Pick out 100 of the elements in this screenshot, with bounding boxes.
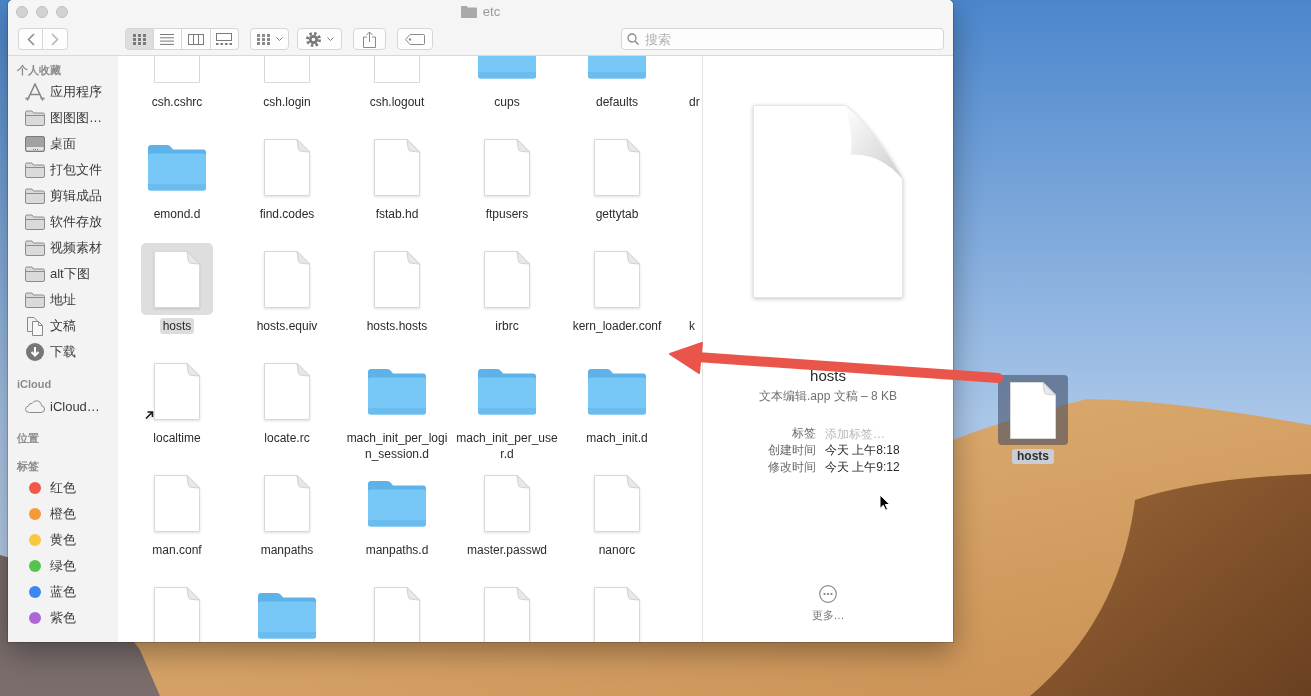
folder-icon	[25, 214, 45, 230]
sidebar-item[interactable]: 打包文件	[8, 157, 118, 183]
window-title: etc	[482, 3, 501, 20]
sidebar-item[interactable]: 应用程序	[8, 79, 118, 105]
file-name[interactable]: hosts.hosts	[363, 318, 431, 334]
list-view-button[interactable]	[153, 28, 182, 50]
file-name[interactable]: dr	[689, 94, 700, 110]
field-value: 今天 上午9:12	[825, 459, 900, 476]
share-button[interactable]	[353, 28, 386, 50]
file-name[interactable]: manpaths.d	[362, 542, 432, 558]
file-name[interactable]: localtime	[150, 430, 204, 446]
forward-button[interactable]	[43, 28, 68, 50]
file-name[interactable]: kern_loader.conf	[569, 318, 665, 334]
file-name[interactable]: hosts	[159, 318, 195, 334]
sidebar-item[interactable]: 视频素材	[8, 235, 118, 261]
gallery-view-button[interactable]	[210, 28, 239, 50]
tag-item[interactable]: 红色	[8, 475, 118, 501]
folder-icon[interactable]	[477, 56, 537, 79]
search-icon	[627, 33, 639, 45]
screen-icon	[25, 136, 45, 152]
chevron-right-icon	[51, 32, 59, 46]
sidebar-section-header: iCloud	[17, 377, 52, 392]
file-name[interactable]: mach_init_per_login_session.d	[342, 430, 452, 462]
folder-icon[interactable]	[587, 367, 647, 415]
file-name[interactable]: csh.logout	[366, 94, 428, 110]
folder-icon	[25, 240, 45, 256]
file-name[interactable]: master.passwd	[463, 542, 550, 558]
file-name[interactable]: defaults	[593, 94, 641, 110]
folder-icon[interactable]	[477, 367, 537, 415]
action-button[interactable]	[297, 28, 342, 50]
grid-icon	[132, 33, 146, 45]
sidebar-item[interactable]: iCloud…	[8, 393, 118, 419]
sidebar-section-header: 个人收藏	[17, 63, 61, 78]
folder-icon[interactable]	[587, 56, 647, 79]
folder-icon[interactable]	[147, 143, 207, 191]
folder-icon	[25, 292, 45, 308]
zoom-button[interactable]	[56, 5, 68, 18]
file-name[interactable]: mach_init.d	[583, 430, 651, 446]
sidebar-section-header: 标签	[17, 459, 39, 474]
file-name[interactable]: hosts	[1012, 449, 1054, 464]
file-name[interactable]: emond.d	[150, 206, 204, 222]
file-name[interactable]: man.conf	[149, 542, 205, 558]
folder-icon	[25, 162, 45, 178]
sidebar-item[interactable]: 桌面	[8, 131, 118, 157]
pages-icon	[27, 316, 43, 336]
sidebar-item[interactable]: 剪辑成品	[8, 183, 118, 209]
sidebar-item[interactable]: 软件存放	[8, 209, 118, 235]
download-icon	[26, 343, 44, 361]
more-icon	[819, 585, 837, 603]
tag-button[interactable]	[397, 28, 433, 50]
tag-item[interactable]: 蓝色	[8, 579, 118, 605]
share-icon	[363, 30, 376, 48]
field-label: 创建时间	[768, 442, 816, 459]
file-name[interactable]: manpaths	[257, 542, 317, 558]
close-button[interactable]	[16, 5, 28, 18]
sidebar-item[interactable]: 地址	[8, 287, 118, 313]
file-name[interactable]: ftpusers	[482, 206, 532, 222]
file-name[interactable]: csh.cshrc	[148, 94, 206, 110]
tags-field[interactable]: 添加标签…	[825, 425, 909, 442]
file-name[interactable]: mach_init_per_user.d	[452, 430, 562, 462]
alias-file-icon[interactable]	[144, 362, 200, 420]
sidebar-item[interactable]: 文稿	[8, 313, 118, 339]
file-icon[interactable]	[998, 375, 1068, 445]
group-button[interactable]	[250, 28, 289, 50]
tag-item[interactable]: 紫色	[8, 605, 118, 631]
field-label: 修改时间	[768, 459, 816, 476]
folder-icon	[25, 110, 45, 126]
sidebar-item[interactable]: 图图图…	[8, 105, 118, 131]
caret-icon	[326, 37, 334, 41]
column-view-button[interactable]	[182, 28, 211, 50]
folder-icon[interactable]	[367, 479, 427, 527]
sidebar-item[interactable]: 下载	[8, 339, 118, 365]
sidebar-item[interactable]: alt下图	[8, 261, 118, 287]
file-name[interactable]: find.codes	[256, 206, 318, 222]
file-name[interactable]: gettytab	[592, 206, 642, 222]
file-name[interactable]: k	[689, 318, 695, 334]
file-name[interactable]: locate.rc	[261, 430, 313, 446]
file-name[interactable]: cups	[491, 94, 523, 110]
icon-view-button[interactable]	[125, 28, 154, 50]
file-title: hosts	[810, 367, 846, 385]
tag-icon	[405, 33, 425, 45]
search-field[interactable]: 搜索	[621, 28, 944, 50]
tag-item[interactable]: 黄色	[8, 527, 118, 553]
caret-icon	[275, 37, 283, 41]
cursor-icon	[879, 494, 891, 511]
file-name[interactable]: hosts.equiv	[253, 318, 321, 334]
file-name[interactable]: csh.login	[260, 94, 314, 110]
minimize-button[interactable]	[36, 5, 48, 18]
gear-icon	[305, 31, 321, 47]
tag-item[interactable]: 橙色	[8, 501, 118, 527]
file-name[interactable]: nanorc	[595, 542, 639, 558]
folder-icon[interactable]	[257, 591, 317, 639]
folder-icon[interactable]	[367, 367, 427, 415]
file-name[interactable]: irbrc	[492, 318, 522, 334]
grid-icon	[256, 33, 270, 45]
tag-item[interactable]: 绿色	[8, 553, 118, 579]
field-label: 标签	[792, 425, 816, 442]
file-name[interactable]: fstab.hd	[372, 206, 422, 222]
more-button[interactable]: 更多…	[811, 585, 845, 622]
back-button[interactable]	[18, 28, 43, 50]
